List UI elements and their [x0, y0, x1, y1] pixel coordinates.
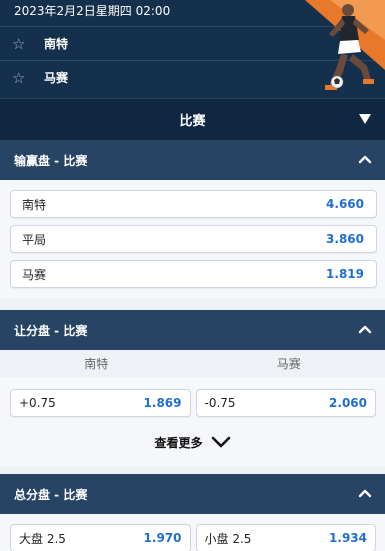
market-header-moneyline[interactable]: 输赢盘 - 比赛: [0, 140, 385, 180]
odds-button-away[interactable]: 马赛 1.819: [10, 260, 377, 288]
odds-label: 南特: [22, 197, 47, 212]
market-title: 输赢盘 - 比赛: [14, 153, 88, 168]
odds-value: 1.934: [329, 531, 367, 545]
market-header-totals[interactable]: 总分盘 - 比赛: [0, 474, 385, 514]
soccer-player-illustration: [305, 0, 385, 90]
market-body-totals: 大盘 2.5 1.970 小盘 2.5 1.934: [0, 514, 385, 551]
odds-label: 小盘 2.5: [204, 531, 252, 546]
odds-button-home[interactable]: 南特 4.660: [10, 190, 377, 218]
match-header: 2023年2月2日星期四 02:00 ☆ 南特 ☆ 马赛: [0, 0, 385, 98]
column-header-away: 马赛: [276, 357, 301, 371]
odds-value: 1.869: [143, 396, 182, 410]
odds-label: -0.75: [204, 396, 236, 410]
odds-button-handicap-away[interactable]: -0.75 2.060: [195, 389, 376, 417]
market-header-handicap[interactable]: 让分盘 - 比赛: [0, 310, 385, 350]
match-datetime: 2023年2月2日星期四 02:00: [14, 4, 171, 18]
column-header-home: 南特: [84, 357, 109, 371]
divider: [0, 299, 385, 310]
odds-button-under[interactable]: 小盘 2.5 1.934: [195, 524, 376, 551]
section-title: 比赛: [179, 114, 206, 129]
star-icon[interactable]: ☆: [0, 35, 44, 53]
match-section-bar[interactable]: 比赛: [0, 98, 385, 140]
odds-value: 1.970: [143, 531, 182, 545]
odds-value: 4.660: [326, 197, 364, 211]
odds-label: 大盘 2.5: [19, 531, 66, 546]
odds-value: 3.860: [326, 232, 364, 246]
see-more-button[interactable]: 查看更多: [0, 417, 385, 467]
odds-label: 平局: [22, 232, 47, 247]
odds-button-handicap-home[interactable]: +0.75 1.869: [10, 389, 191, 417]
odds-label: +0.75: [19, 396, 56, 410]
chevron-down-icon: [211, 436, 230, 448]
see-more-label: 查看更多: [154, 435, 203, 450]
away-team-name: 马赛: [44, 71, 69, 85]
chevron-up-icon[interactable]: [358, 154, 372, 164]
market-body-moneyline: 南特 4.660 平局 3.860 马赛 1.819: [0, 180, 385, 299]
odds-value: 1.819: [326, 267, 364, 281]
odds-label: 马赛: [22, 267, 47, 282]
odds-button-draw[interactable]: 平局 3.860: [10, 225, 377, 253]
odds-button-over[interactable]: 大盘 2.5 1.970: [10, 524, 191, 551]
divider: [0, 467, 385, 474]
star-icon[interactable]: ☆: [0, 69, 44, 87]
market-title: 总分盘 - 比赛: [14, 487, 88, 502]
home-team-name: 南特: [44, 37, 69, 51]
chevron-up-icon[interactable]: [358, 324, 372, 334]
triangle-down-icon[interactable]: [359, 114, 371, 124]
market-body-handicap: +0.75 1.869 -0.75 2.060: [0, 377, 385, 417]
market-title: 让分盘 - 比赛: [14, 323, 88, 338]
handicap-column-headers: 南特 马赛: [0, 350, 385, 377]
odds-value: 2.060: [329, 396, 367, 410]
chevron-up-icon[interactable]: [358, 488, 372, 498]
